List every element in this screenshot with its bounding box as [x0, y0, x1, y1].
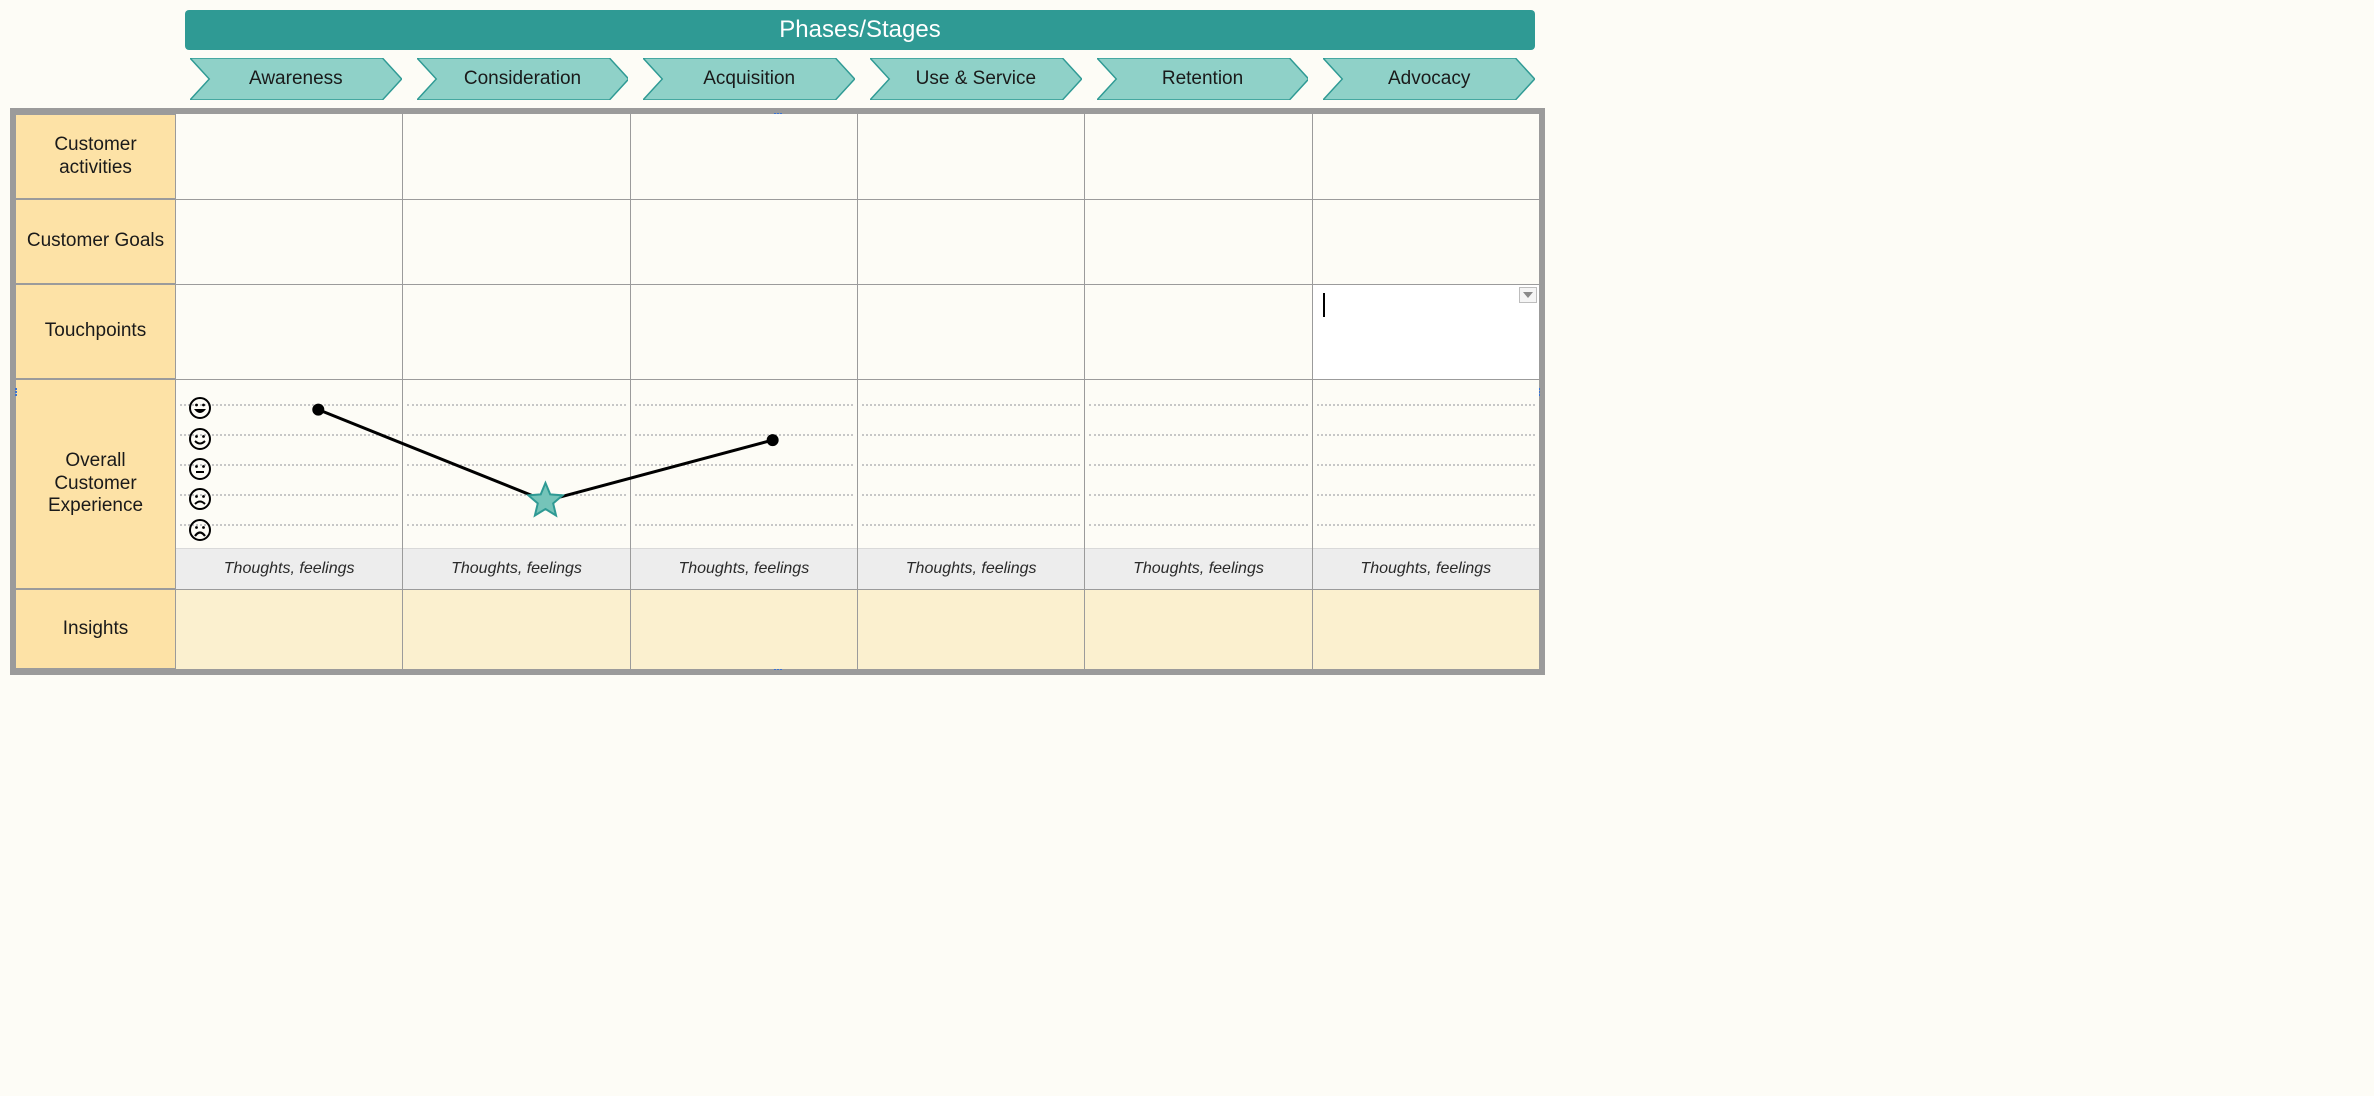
phase-chevron-advocacy[interactable]: Advocacy — [1323, 58, 1535, 100]
phase-chevron-use-service[interactable]: Use & Service — [870, 58, 1082, 100]
experience-chart-area[interactable] — [631, 380, 857, 549]
cell-activities[interactable] — [176, 114, 402, 199]
cell-goals[interactable] — [403, 199, 629, 284]
row-label-experience: Overall Customer Experience — [16, 379, 176, 589]
row-label-goals: Customer Goals — [16, 199, 176, 284]
cell-insights[interactable] — [1313, 589, 1539, 669]
cell-experience[interactable]: Thoughts, feelings — [1085, 379, 1311, 589]
thoughts-feelings-label[interactable]: Thoughts, feelings — [1313, 549, 1539, 589]
cell-touchpoints[interactable] — [403, 284, 629, 379]
phase-label: Use & Service — [870, 58, 1082, 100]
text-cursor-icon — [1323, 293, 1325, 317]
thoughts-feelings-label[interactable]: Thoughts, feelings — [631, 549, 857, 589]
cell-experience[interactable]: Thoughts, feelings — [1313, 379, 1539, 589]
row-label-insights: Insights — [16, 589, 176, 669]
thoughts-feelings-label[interactable]: Thoughts, feelings — [1085, 549, 1311, 589]
experience-chart-area[interactable] — [1313, 380, 1539, 549]
phase-label: Acquisition — [643, 58, 855, 100]
cell-touchpoints[interactable] — [631, 284, 857, 379]
cell-insights[interactable] — [1085, 589, 1311, 669]
experience-chart-area[interactable] — [858, 380, 1084, 549]
phase-chevron-awareness[interactable]: Awareness — [190, 58, 402, 100]
phase-chevron-row: Awareness Consideration Acquisition Use … — [185, 58, 1535, 100]
phase-chevron-retention[interactable]: Retention — [1097, 58, 1309, 100]
experience-chart-area[interactable] — [403, 380, 629, 549]
cell-touchpoints[interactable] — [176, 284, 402, 379]
cell-activities[interactable] — [631, 114, 857, 199]
journey-grid[interactable]: Customer activities Customer Goals Touch… — [10, 108, 1545, 675]
cell-experience[interactable]: Thoughts, feelings — [631, 379, 857, 589]
phase-label: Advocacy — [1323, 58, 1535, 100]
cell-touchpoints[interactable] — [1085, 284, 1311, 379]
thoughts-feelings-label[interactable]: Thoughts, feelings — [176, 549, 402, 589]
cell-insights[interactable] — [176, 589, 402, 669]
cell-experience[interactable]: Thoughts, feelings — [858, 379, 1084, 589]
cell-activities[interactable] — [858, 114, 1084, 199]
chevron-down-icon — [1523, 291, 1533, 299]
cell-goals[interactable] — [858, 199, 1084, 284]
cell-insights[interactable] — [858, 589, 1084, 669]
row-label-touchpoints: Touchpoints — [16, 284, 176, 379]
phase-label: Consideration — [417, 58, 629, 100]
cell-touchpoints[interactable] — [858, 284, 1084, 379]
cell-goals[interactable] — [1313, 199, 1539, 284]
phase-chevron-consideration[interactable]: Consideration — [417, 58, 629, 100]
cell-touchpoints-editing[interactable] — [1313, 284, 1539, 379]
experience-chart-area[interactable] — [176, 380, 402, 549]
phases-banner: Phases/Stages — [185, 10, 1535, 50]
cell-goals[interactable] — [631, 199, 857, 284]
cell-experience[interactable]: Thoughts, feelings — [176, 379, 402, 589]
cell-goals[interactable] — [1085, 199, 1311, 284]
row-label-activities: Customer activities — [16, 114, 176, 199]
phase-label: Retention — [1097, 58, 1309, 100]
cell-experience[interactable]: Thoughts, feelings — [403, 379, 629, 589]
cell-dropdown-button[interactable] — [1519, 287, 1537, 303]
cell-insights[interactable] — [403, 589, 629, 669]
experience-chart-area[interactable] — [1085, 380, 1311, 549]
thoughts-feelings-label[interactable]: Thoughts, feelings — [403, 549, 629, 589]
cell-activities[interactable] — [1085, 114, 1311, 199]
phase-chevron-acquisition[interactable]: Acquisition — [643, 58, 855, 100]
cell-insights[interactable] — [631, 589, 857, 669]
thoughts-feelings-label[interactable]: Thoughts, feelings — [858, 549, 1084, 589]
phase-label: Awareness — [190, 58, 402, 100]
cell-activities[interactable] — [1313, 114, 1539, 199]
cell-activities[interactable] — [403, 114, 629, 199]
selection-handle-icon[interactable] — [12, 386, 20, 398]
cell-goals[interactable] — [176, 199, 402, 284]
